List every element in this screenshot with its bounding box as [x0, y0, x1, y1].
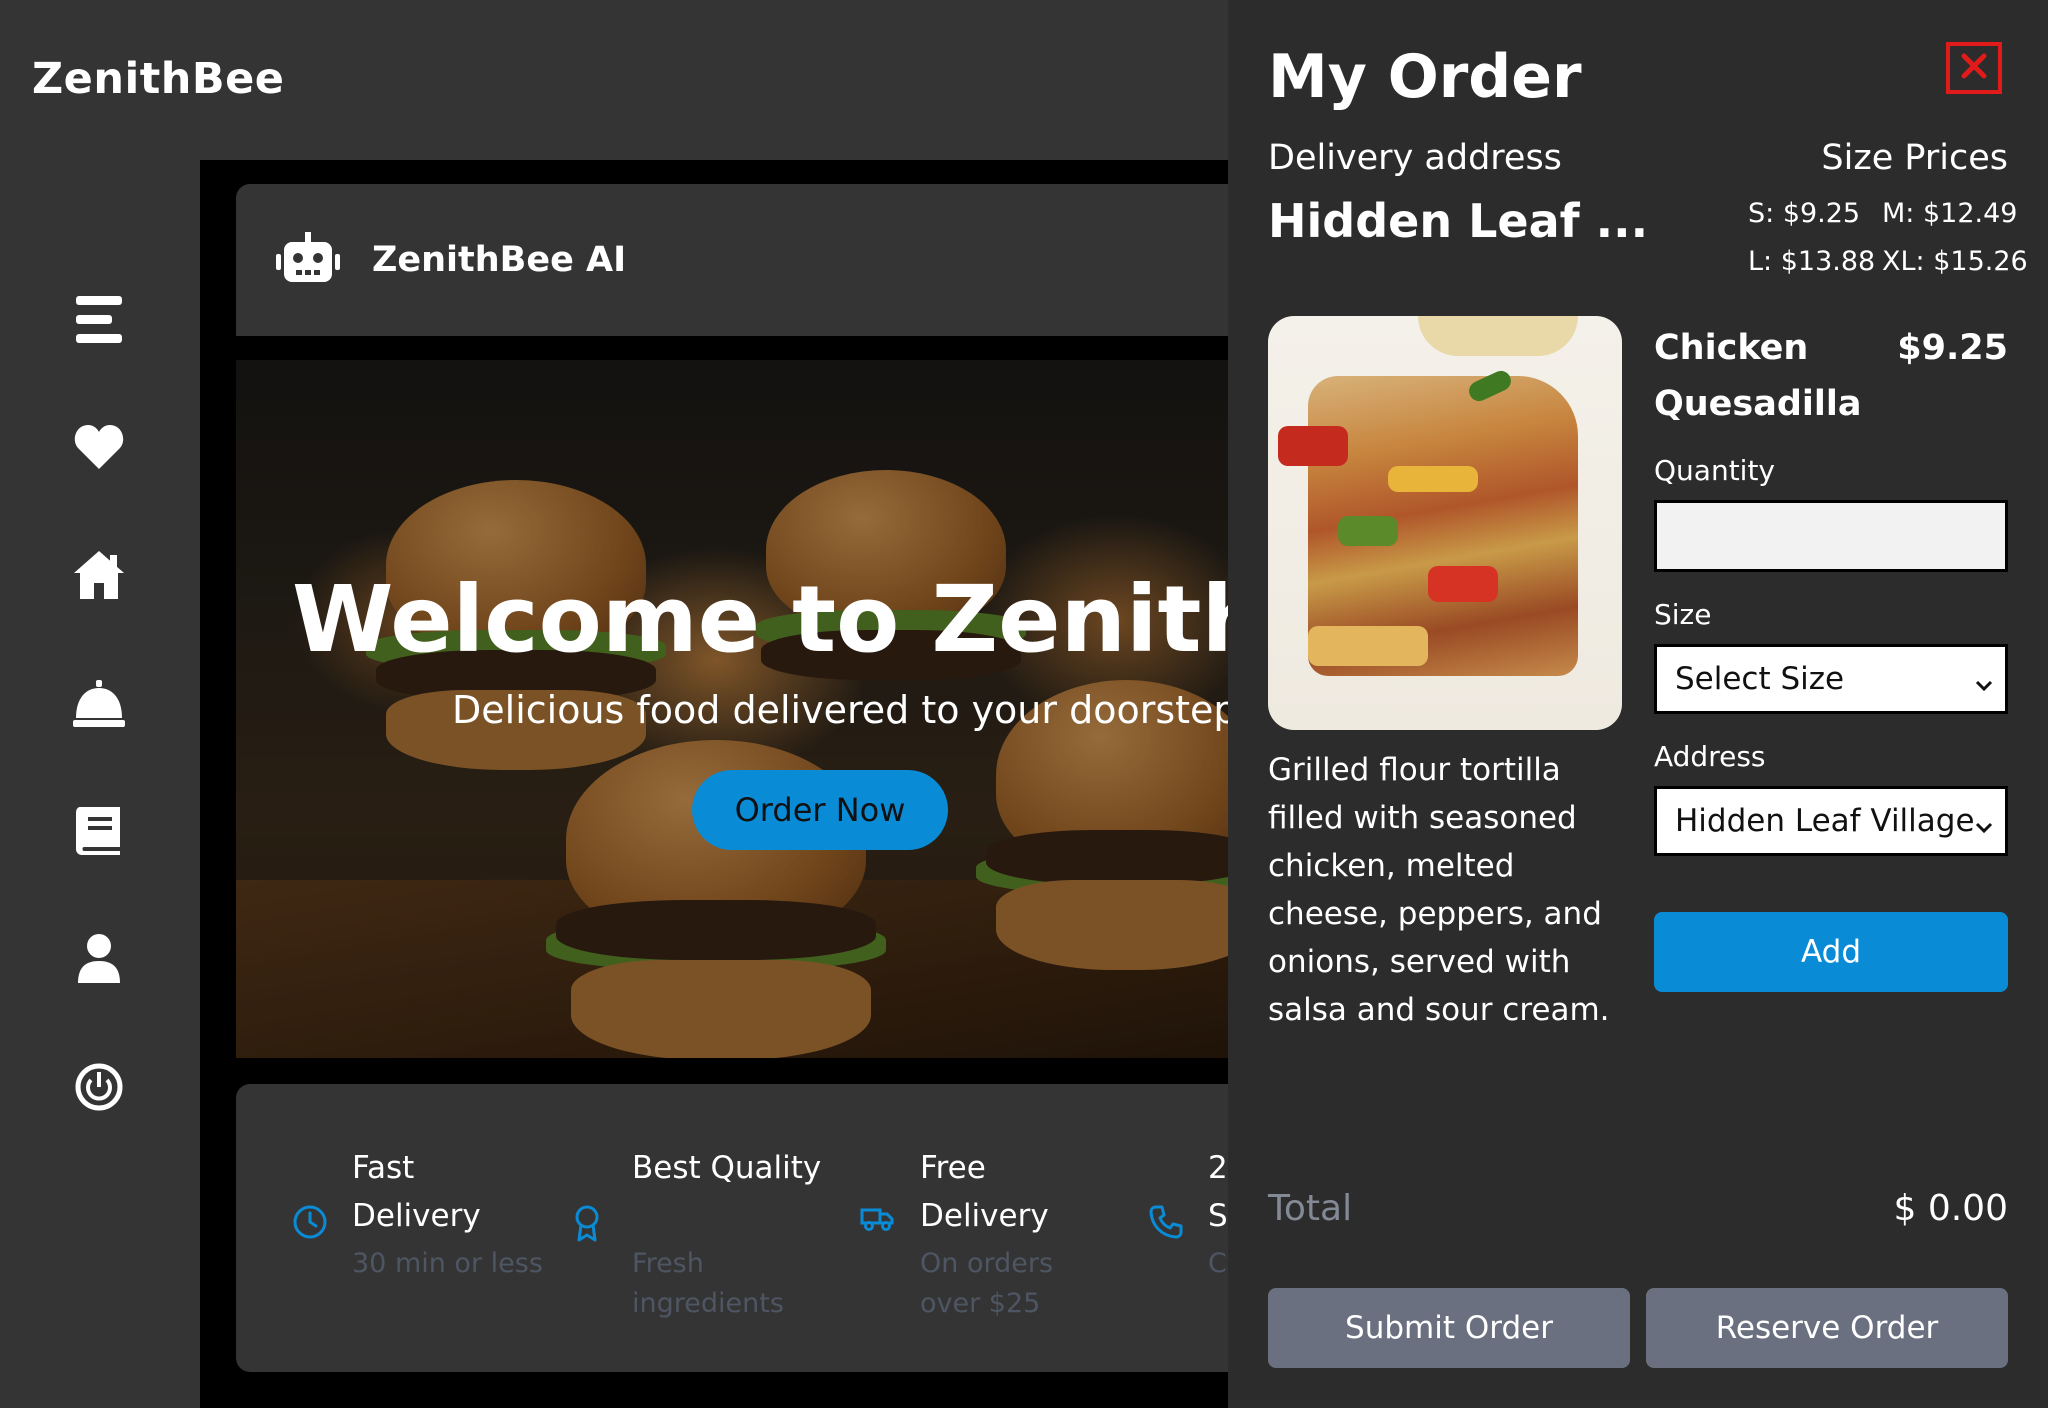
total-label: Total: [1268, 1188, 1353, 1229]
size-select[interactable]: Select Size: [1654, 644, 2008, 714]
truck-icon: [860, 1204, 894, 1236]
close-icon: [1959, 51, 1989, 85]
size-price-xl: XL: $15.26: [1882, 246, 2028, 277]
item-name: Chicken Quesadilla: [1654, 328, 1862, 424]
size-select-value: Select Size: [1675, 661, 1845, 697]
app-brand: ZenithBee: [32, 54, 285, 104]
order-title: My Order: [1268, 42, 1582, 112]
size-price-s: S: $9.25: [1748, 198, 1861, 229]
delivery-address-value: Hidden Leaf ...: [1268, 194, 1649, 248]
phone-icon: [1148, 1204, 1184, 1244]
feature-title: 24/7 Support: [1208, 1150, 1230, 1234]
size-price-l: L: $13.88: [1748, 246, 1876, 277]
chevron-down-icon: [1973, 811, 1995, 847]
home-icon[interactable]: [66, 542, 132, 608]
address-select[interactable]: Hidden Leaf Village: [1654, 786, 2008, 856]
bell-icon[interactable]: [66, 670, 132, 736]
quantity-input[interactable]: [1654, 500, 2008, 572]
ai-title: ZenithBee AI: [372, 240, 627, 280]
user-icon[interactable]: [66, 926, 132, 992]
award-icon: [572, 1204, 602, 1246]
size-prices-label: Size Prices: [1821, 138, 2008, 178]
item-image: [1268, 316, 1622, 730]
item-description: Grilled flour tortilla filled with seaso…: [1268, 752, 1610, 1028]
heart-icon[interactable]: [66, 414, 132, 480]
feature-title: Fast Delivery: [352, 1150, 481, 1234]
robot-icon: [276, 232, 340, 288]
menu-icon[interactable]: [66, 286, 132, 352]
feature-desc: On orders over $25: [920, 1248, 1054, 1319]
reserve-order-button[interactable]: Reserve Order: [1646, 1288, 2008, 1368]
hero-banner: [236, 360, 1230, 1058]
add-button[interactable]: Add: [1654, 912, 2008, 992]
feature-title: Free Delivery: [920, 1150, 1049, 1234]
total-value: $ 0.00: [1893, 1188, 2008, 1229]
item-price: $9.25: [1897, 328, 2008, 368]
ai-header: ZenithBee AI: [236, 184, 1230, 336]
size-label: Size: [1654, 598, 1712, 631]
address-select-value: Hidden Leaf Village: [1675, 803, 1975, 839]
close-button[interactable]: [1946, 42, 2002, 94]
power-icon[interactable]: [66, 1054, 132, 1120]
feature-desc: Call anytime: [1208, 1248, 1230, 1279]
chevron-down-icon: [1973, 669, 1995, 705]
features-bar: Fast Delivery 30 min or less Best Qualit…: [236, 1084, 1230, 1372]
address-label: Address: [1654, 740, 1766, 773]
order-now-button[interactable]: Order Now: [692, 770, 948, 850]
feature-title: Best Quality: [632, 1150, 822, 1186]
quantity-label: Quantity: [1654, 454, 1775, 487]
feature-desc: Fresh ingredients: [632, 1248, 784, 1319]
submit-order-button[interactable]: Submit Order: [1268, 1288, 1630, 1368]
book-icon[interactable]: [66, 798, 132, 864]
feature-desc: 30 min or less: [352, 1248, 543, 1279]
clock-icon: [292, 1204, 328, 1244]
delivery-address-label: Delivery address: [1268, 138, 1562, 178]
size-price-m: M: $12.49: [1882, 198, 2018, 229]
